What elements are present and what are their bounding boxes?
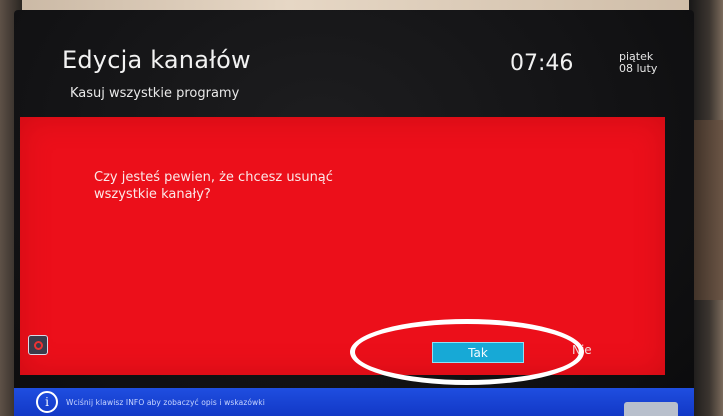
photo-background-right <box>689 120 723 300</box>
remote-key-icon <box>28 335 48 355</box>
date-label: 08 luty <box>619 62 658 75</box>
page-title: Edycja kanałów <box>62 46 251 74</box>
remote-button-icon <box>624 402 678 416</box>
info-hint: Wciśnij klawisz INFO aby zobaczyć opis i… <box>66 398 265 407</box>
tv-screen: Edycja kanałów Kasuj wszystkie programy … <box>14 10 694 416</box>
dialog-message: Czy jesteś pewien, że chcesz usunąć wszy… <box>94 170 333 202</box>
record-icon <box>33 340 43 350</box>
info-bar: i Wciśnij klawisz INFO aby zobaczyć opis… <box>14 388 694 416</box>
date-display: piątek 08 luty <box>619 51 657 75</box>
page-subtitle: Kasuj wszystkie programy <box>70 86 240 101</box>
confirm-delete-dialog: Czy jesteś pewien, że chcesz usunąć wszy… <box>20 117 665 385</box>
clock: 07:46 <box>510 51 574 76</box>
info-icon: i <box>36 391 58 413</box>
highlight-ellipse-annotation <box>350 319 584 385</box>
